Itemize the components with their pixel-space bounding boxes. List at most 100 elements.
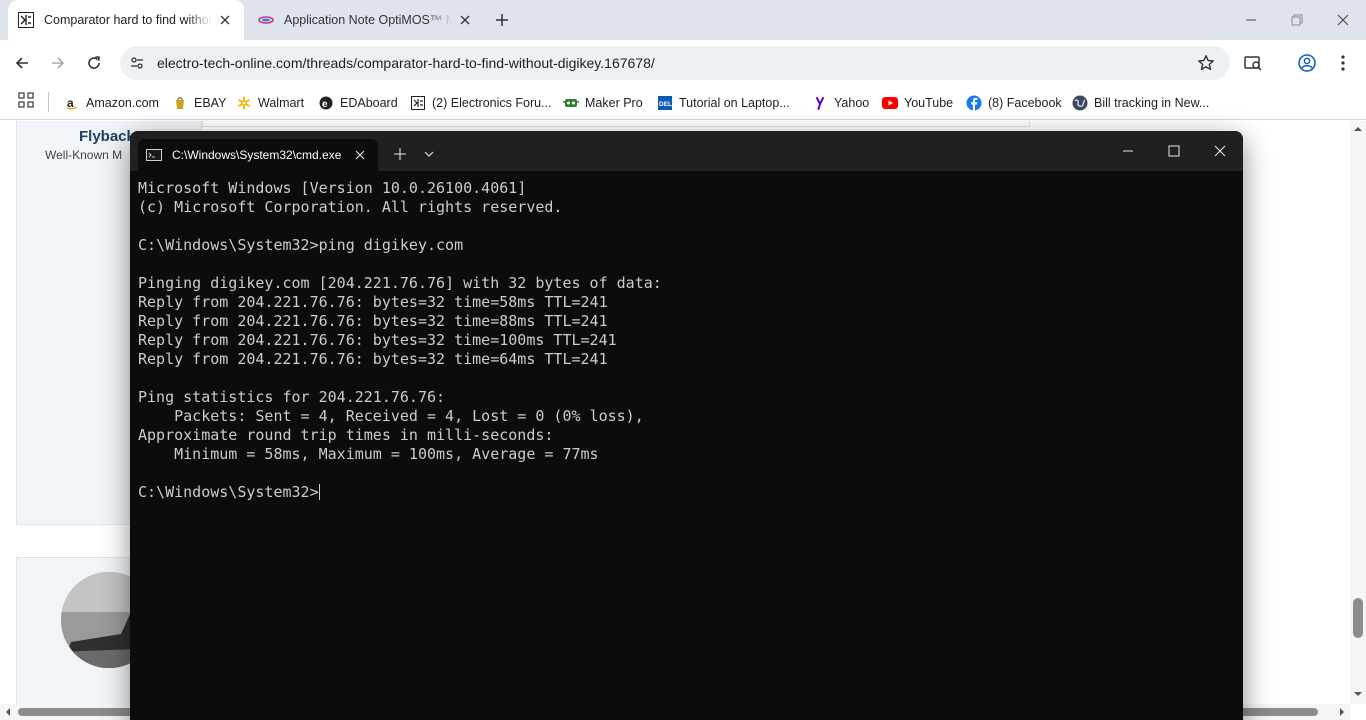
browser-tab-active[interactable]: Comparator hard to find without digikey	[8, 0, 244, 40]
bookmark-youtube[interactable]: YouTube	[882, 92, 953, 114]
bookmark-walmart[interactable]: Walmart	[236, 92, 304, 114]
terminal-prompt: C:\Windows\System32>	[138, 483, 319, 501]
close-icon	[1337, 14, 1349, 26]
maximize-icon	[1168, 145, 1180, 157]
globe-icon	[1072, 95, 1088, 111]
address-bar[interactable]: electro-tech-online.com/threads/comparat…	[120, 46, 1230, 80]
terminal-new-tab-button[interactable]	[388, 144, 412, 164]
back-button[interactable]	[7, 48, 37, 78]
scroll-right-icon	[1340, 708, 1344, 716]
close-tab-icon[interactable]	[216, 11, 234, 29]
terminal-line: Reply from 204.221.76.76: bytes=32 time=…	[138, 331, 617, 349]
cast-button[interactable]	[1238, 48, 1268, 78]
username-link[interactable]: Flyback	[79, 128, 135, 145]
eto-favicon-icon	[18, 12, 34, 28]
close-tab-icon[interactable]	[456, 11, 474, 29]
terminal-close-button[interactable]	[1197, 131, 1243, 171]
makerpro-icon	[563, 95, 579, 111]
profile-icon	[1298, 54, 1316, 72]
apps-grid-icon[interactable]	[18, 92, 34, 108]
arrow-left-icon	[15, 57, 28, 69]
amazon-icon: a	[64, 95, 80, 111]
terminal-line: Minimum = 58ms, Maximum = 100ms, Average…	[138, 445, 599, 463]
screen: Comparator hard to find without digikey …	[0, 0, 1366, 720]
terminal-dropdown-button[interactable]	[418, 144, 440, 164]
scroll-up-icon	[1354, 127, 1362, 131]
close-icon	[1214, 145, 1226, 157]
terminal-maximize-button[interactable]	[1151, 131, 1197, 171]
media-search-icon	[1244, 56, 1262, 71]
terminal-minimize-button[interactable]	[1105, 131, 1151, 171]
menu-button[interactable]	[1328, 48, 1358, 78]
terminal-tab[interactable]: C:\Windows\System32\cmd.exe	[138, 139, 378, 171]
cmd-icon	[146, 149, 162, 161]
user-title: Well-Known M	[45, 148, 123, 162]
terminal-line: Microsoft Windows [Version 10.0.26100.40…	[138, 179, 527, 197]
terminal-line: Pinging digikey.com [204.221.76.76] with…	[138, 274, 662, 292]
url-text[interactable]: electro-tech-online.com/threads/comparat…	[157, 55, 655, 71]
arrow-right-icon	[52, 57, 65, 69]
browser-tab-title-2: Application Note OptiMOS™ Mosfets	[284, 13, 452, 27]
terminal-prompt-line[interactable]: C:\Windows\System32>	[138, 483, 1233, 502]
yahoo-icon	[812, 95, 828, 111]
restore-icon	[1291, 14, 1303, 26]
dell-icon: DELL	[657, 95, 673, 111]
site-info-icon[interactable]	[128, 54, 146, 72]
terminal-titlebar[interactable]: C:\Windows\System32\cmd.exe	[130, 131, 1243, 171]
bookmark-amazon[interactable]: a Amazon.com	[64, 92, 159, 114]
bookmarks-separator	[48, 92, 49, 112]
chevron-down-icon	[424, 151, 434, 157]
minimize-icon	[1246, 19, 1256, 21]
restore-button[interactable]	[1274, 0, 1320, 40]
new-tab-button[interactable]	[490, 10, 514, 30]
plus-icon	[394, 148, 406, 160]
reload-button[interactable]	[79, 48, 109, 78]
bookmark-edaboard[interactable]: e EDAboard	[318, 92, 398, 114]
browser-tab-inactive[interactable]: Application Note OptiMOS™ Mosfets	[248, 0, 484, 40]
profile-button[interactable]	[1292, 48, 1322, 78]
terminal-output[interactable]: Microsoft Windows [Version 10.0.26100.40…	[138, 179, 1233, 502]
infineon-favicon-icon	[258, 12, 274, 28]
terminal-line: Reply from 204.221.76.76: bytes=32 time=…	[138, 293, 608, 311]
page-vertical-scroll-thumb[interactable]	[1353, 598, 1363, 638]
page-vertical-scrollbar[interactable]	[1350, 121, 1366, 704]
bookmark-yahoo[interactable]: Yahoo	[812, 92, 869, 114]
svg-text:DELL: DELL	[659, 101, 672, 108]
minimize-button[interactable]	[1228, 0, 1274, 40]
bookmark-star-icon[interactable]	[1196, 53, 1216, 73]
text-cursor	[318, 484, 320, 500]
close-window-button[interactable]	[1320, 0, 1366, 40]
terminal-line: Reply from 204.221.76.76: bytes=32 time=…	[138, 350, 608, 368]
bookmark-dell-tutorial[interactable]: DELL Tutorial on Laptop...	[657, 92, 790, 114]
terminal-line: Reply from 204.221.76.76: bytes=32 time=…	[138, 312, 608, 330]
terminal-tab-title: C:\Windows\System32\cmd.exe	[172, 148, 342, 162]
facebook-icon	[966, 95, 982, 111]
browser-tab-title: Comparator hard to find without digikey	[44, 13, 212, 27]
bookmark-eto-forum[interactable]: (2) Electronics Foru...	[410, 92, 551, 114]
terminal-line: Approximate round trip times in milli-se…	[138, 426, 554, 444]
scroll-left-icon	[6, 708, 10, 716]
terminal-line: Ping statistics for 204.221.76.76:	[138, 388, 446, 406]
browser-toolbar: electro-tech-online.com/threads/comparat…	[0, 40, 1366, 86]
bookmark-facebook[interactable]: (8) Facebook	[966, 92, 1062, 114]
minimize-icon	[1123, 150, 1133, 152]
bookmark-bill-tracking[interactable]: Bill tracking in New...	[1072, 92, 1209, 114]
kebab-menu-icon	[1341, 55, 1345, 71]
close-terminal-tab-icon[interactable]	[350, 145, 370, 165]
reload-icon	[88, 56, 100, 69]
ebay-icon	[172, 95, 188, 111]
edaboard-icon: e	[318, 95, 334, 111]
eto-icon	[410, 95, 426, 111]
terminal-line: C:\Windows\System32>ping digikey.com	[138, 236, 464, 254]
terminal-window[interactable]: C:\Windows\System32\cmd.exe Microsoft Wi…	[130, 131, 1243, 720]
terminal-line: Packets: Sent = 4, Received = 4, Lost = …	[138, 407, 644, 425]
walmart-icon	[236, 95, 252, 111]
forward-button[interactable]	[43, 48, 73, 78]
bookmark-maker-pro[interactable]: Maker Pro	[563, 92, 643, 114]
browser-tab-strip: Comparator hard to find without digikey …	[0, 0, 1366, 40]
bookmark-ebay[interactable]: EBAY	[172, 92, 226, 114]
